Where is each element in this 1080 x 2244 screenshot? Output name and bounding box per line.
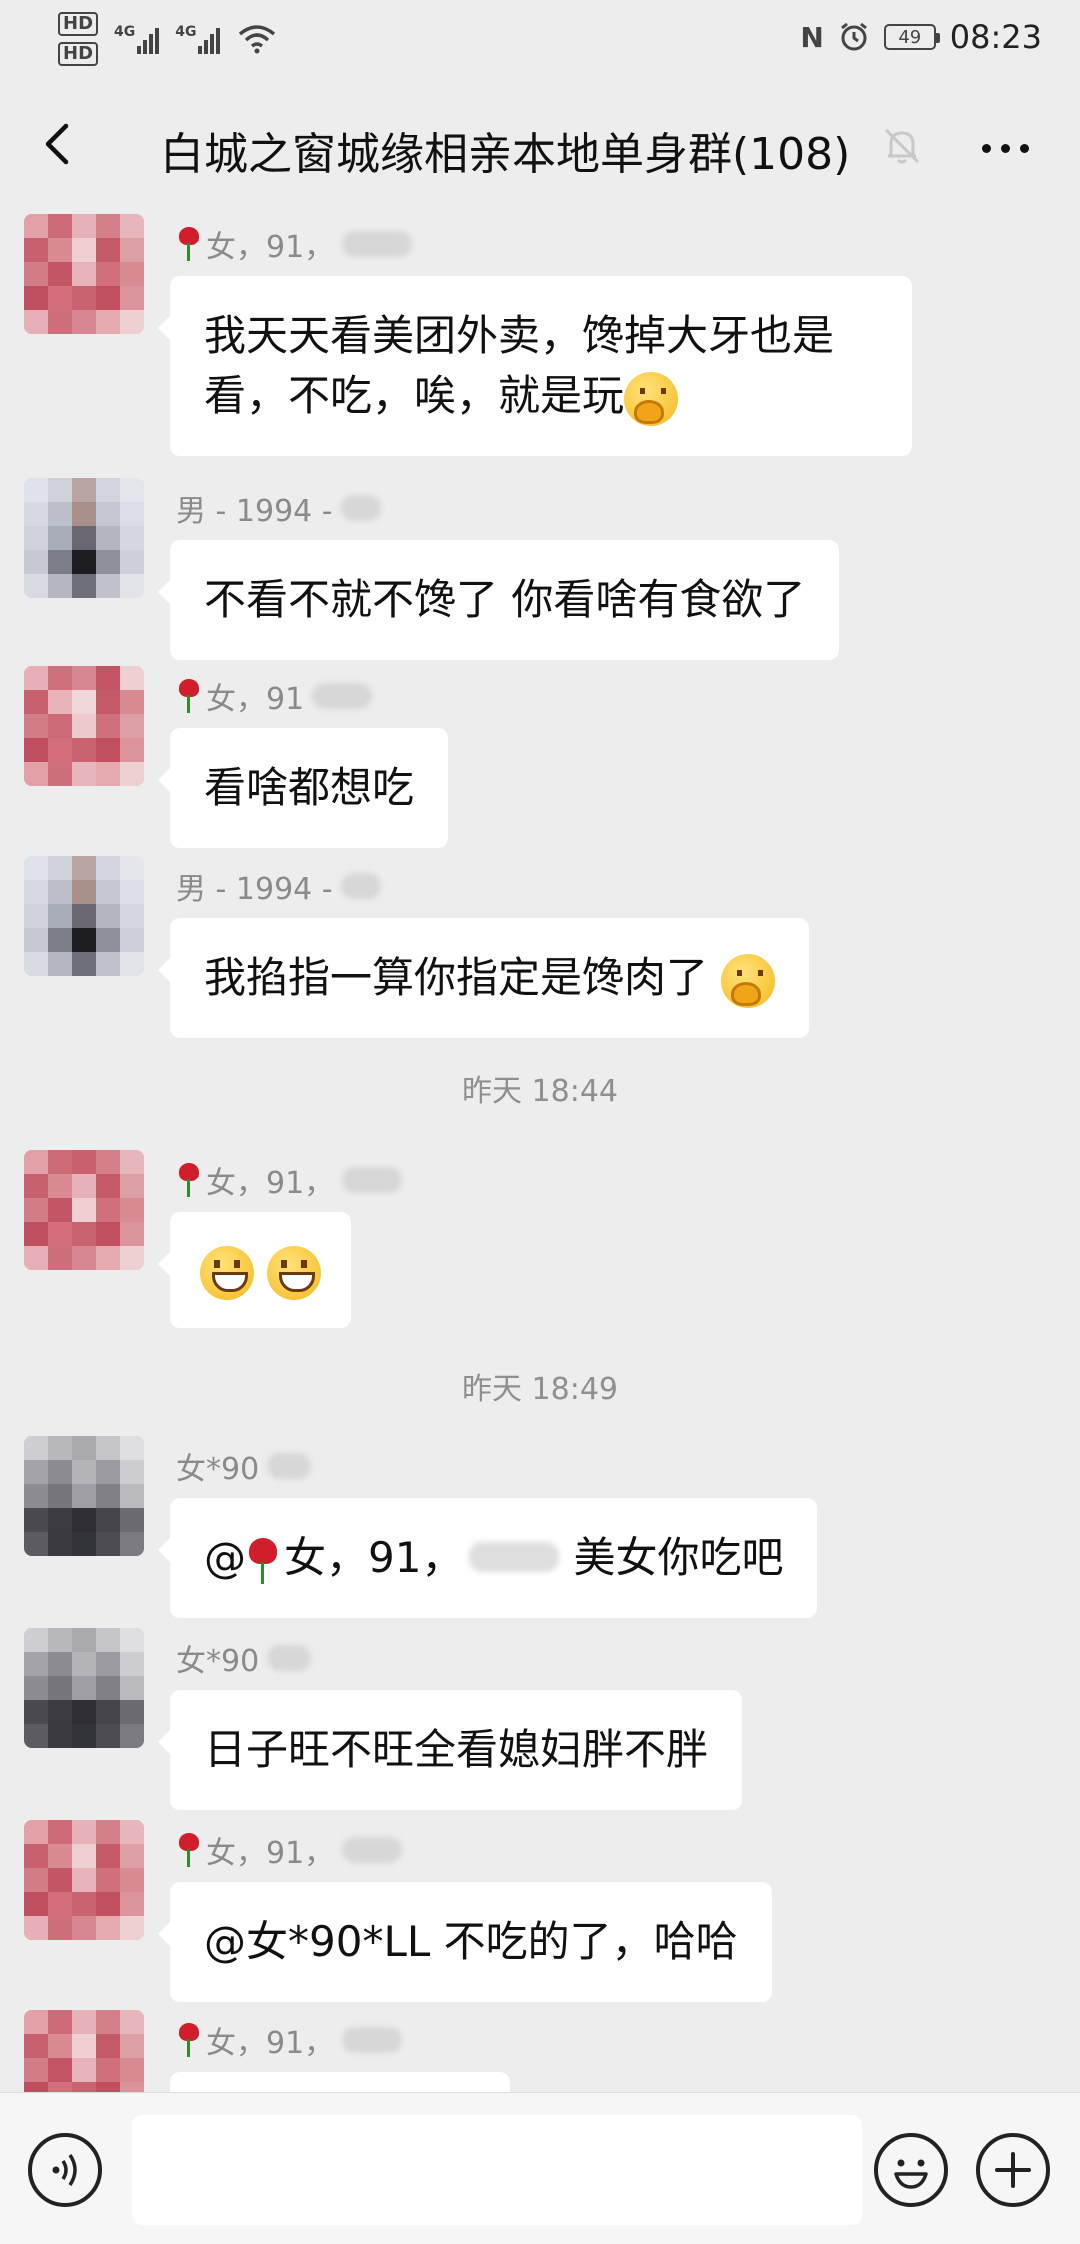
avatar[interactable]: [24, 1150, 144, 1270]
message-bubble[interactable]: 我天天看美团外卖，馋掉大牙也是看，不吃，唉，就是玩: [158, 276, 912, 456]
sender-name: 男 - 1994 -: [176, 864, 381, 908]
hd-indicator: HD: [58, 42, 99, 66]
redacted-text: [312, 683, 373, 709]
status-bar: HD HD 4G 4G N 49 08:23: [0, 0, 1080, 80]
sender-name: 男 - 1994 -: [176, 486, 381, 530]
message-bubble[interactable]: 不看不就不馋了 你看啥有食欲了: [157, 540, 840, 660]
message-bubble[interactable]: 我掐指一算你指定是馋肉了: [157, 918, 810, 1038]
nfc-icon: N: [800, 20, 824, 54]
redacted-text: [342, 1837, 403, 1863]
message-text: 看啥都想吃: [204, 763, 415, 812]
bell-off-icon: [884, 128, 920, 164]
message-text: 美女你吃吧: [573, 1533, 784, 1582]
signal-icon: 4G: [175, 24, 221, 54]
message-bubble[interactable]: @ 女，91， 美女你吃吧: [157, 1498, 818, 1618]
grin-emoji-icon: [200, 1245, 254, 1300]
mention-at: @: [204, 1533, 246, 1582]
avatar[interactable]: [24, 666, 144, 786]
sender-name: 女，91，: [176, 1158, 403, 1202]
message-text: 我天天看美团外卖，馋掉大牙也是看，不吃，唉，就是玩: [204, 311, 835, 420]
smirk-emoji-icon: [721, 953, 776, 1008]
rose-icon: [176, 1163, 202, 1197]
sender-name: 女，91，: [176, 1828, 403, 1872]
smirk-emoji-icon: [624, 371, 679, 426]
chat-timestamp: 昨天 18:49: [462, 1372, 618, 1407]
rose-icon: [176, 1833, 202, 1867]
message-bubble[interactable]: 看啥都想吃: [157, 728, 449, 848]
sender-name: 女，91，: [176, 2018, 403, 2062]
network-type: 4G: [114, 24, 136, 40]
alarm-icon: [840, 22, 867, 51]
input-bar: [0, 2092, 1080, 2244]
redacted-text: [342, 1167, 403, 1193]
message-text: 日子旺不旺全看媳妇胖不胖: [204, 1725, 709, 1774]
redacted-text: [267, 1453, 312, 1479]
avatar[interactable]: [24, 1436, 144, 1556]
redacted-text: [340, 873, 381, 899]
message-text: 不看不就不馋了 你看啥有食欲了: [204, 575, 806, 624]
message-text: @女*90*LL 不吃的了，哈哈: [204, 1917, 738, 1966]
network-type: 4G: [175, 24, 197, 40]
chevron-left-icon: [45, 123, 69, 165]
chat-title[interactable]: 白城之窗城缘相亲本地单身群(108): [160, 118, 850, 182]
avatar[interactable]: [24, 1628, 144, 1748]
more-dots-icon: [981, 143, 1029, 153]
avatar[interactable]: [24, 856, 144, 976]
message-input[interactable]: [132, 2115, 862, 2225]
avatar[interactable]: [24, 1820, 144, 1940]
grin-emoji-icon: [267, 1245, 322, 1300]
rose-icon: [246, 1537, 280, 1584]
status-time: 08:23: [949, 18, 1042, 56]
hd-indicator: HD: [58, 12, 99, 36]
emoji-button[interactable]: [874, 2133, 948, 2207]
sender-name: 女*90: [176, 1636, 312, 1680]
redacted-text: [340, 495, 381, 521]
voice-button[interactable]: [28, 2133, 102, 2207]
rose-icon: [176, 2023, 202, 2057]
redacted-text: [469, 1542, 560, 1572]
emoji-icon: [894, 2159, 928, 2189]
sender-name: 女*90: [176, 1444, 312, 1488]
chat-header: 白城之窗城缘相亲本地单身群(108): [0, 88, 1080, 208]
battery-icon: 49: [883, 24, 940, 50]
sender-name: 女，91: [176, 674, 373, 718]
redacted-text: [342, 2027, 403, 2053]
message-bubble[interactable]: [157, 1212, 352, 1328]
wifi-icon: [239, 25, 276, 54]
mention-name: 女，91，: [284, 1533, 464, 1582]
avatar[interactable]: [24, 214, 144, 334]
redacted-text: [267, 1645, 312, 1671]
add-button[interactable]: [976, 2133, 1050, 2207]
message-text: 我掐指一算你指定是馋肉了: [204, 953, 722, 1002]
signal-icon: 4G: [114, 24, 160, 54]
sender-name: 女，91，: [176, 222, 413, 266]
plus-icon: [995, 2152, 1031, 2188]
message-bubble[interactable]: 日子旺不旺全看媳妇胖不胖: [157, 1690, 743, 1810]
voice-icon: [52, 2154, 77, 2186]
avatar[interactable]: [24, 478, 144, 598]
redacted-text: [342, 231, 413, 257]
battery-level: 49: [898, 26, 922, 48]
more-button[interactable]: [970, 118, 1040, 178]
chat-timestamp: 昨天 18:44: [462, 1074, 618, 1109]
message-bubble[interactable]: @女*90*LL 不吃的了，哈哈: [158, 1882, 772, 2002]
back-button[interactable]: [30, 114, 90, 174]
rose-icon: [176, 227, 202, 261]
rose-icon: [176, 679, 202, 713]
